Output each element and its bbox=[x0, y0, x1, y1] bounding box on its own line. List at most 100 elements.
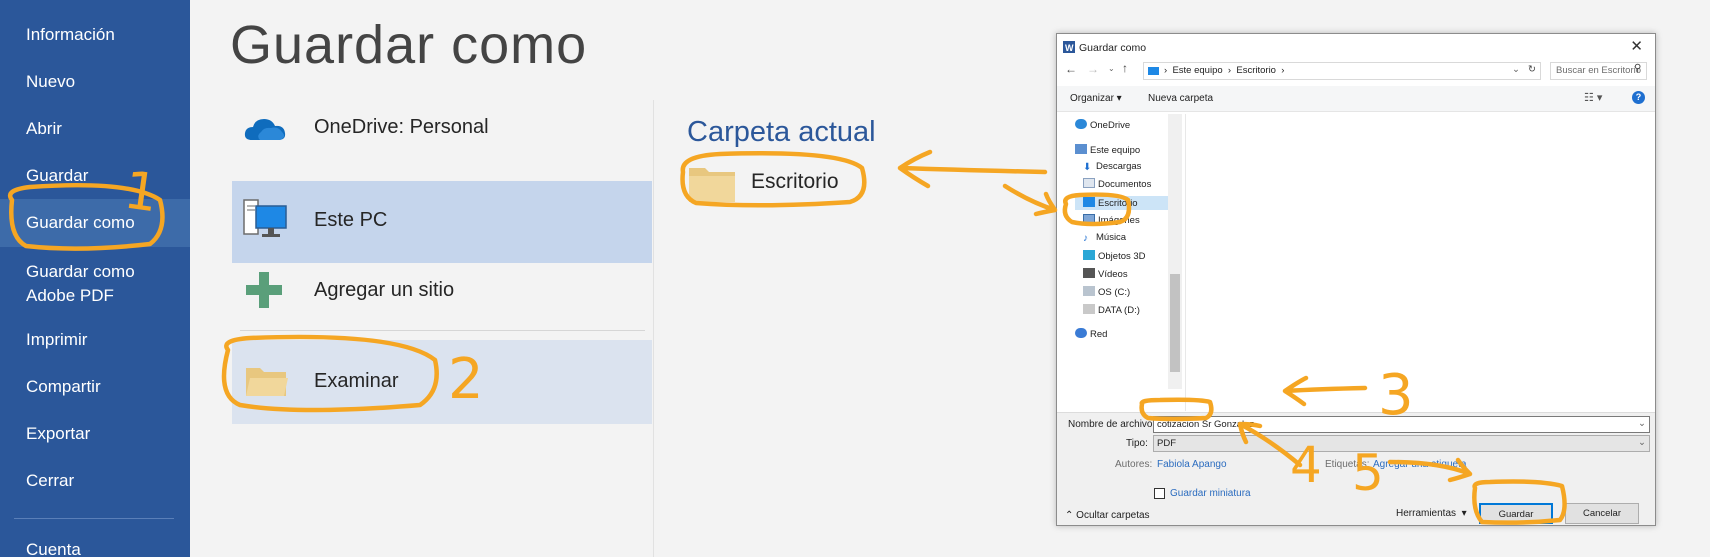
address-bar[interactable]: › Este equipo › Escritorio › ⌄ ↻ bbox=[1143, 62, 1541, 80]
filename-label: Nombre de archivo: bbox=[1068, 419, 1156, 430]
computer-icon bbox=[1075, 144, 1087, 154]
tree-item-label: Descargas bbox=[1096, 161, 1142, 172]
breadcrumb-este-equipo[interactable]: Este equipo bbox=[1172, 65, 1222, 76]
current-folder-item[interactable]: Escritorio bbox=[687, 160, 867, 206]
tree-item-escritorio[interactable]: Escritorio bbox=[1075, 196, 1170, 210]
tree-item-documentos[interactable]: Documentos bbox=[1083, 178, 1151, 190]
svg-text:W: W bbox=[1065, 43, 1074, 53]
new-folder-button[interactable]: Nueva carpeta bbox=[1148, 93, 1213, 104]
download-icon: ⬇ bbox=[1083, 162, 1092, 173]
filename-value: cotizacion Sr Gonzalez bbox=[1157, 419, 1255, 430]
tree-item-label: OS (C:) bbox=[1098, 287, 1131, 298]
chevron-down-icon[interactable]: ⌄ bbox=[1638, 437, 1646, 448]
type-select[interactable]: PDF ⌄ bbox=[1153, 435, 1650, 452]
music-icon: ♪ bbox=[1083, 233, 1088, 244]
tree-item-videos[interactable]: Vídeos bbox=[1083, 268, 1128, 280]
sidebar-item-guardar-como[interactable]: Guardar como bbox=[0, 199, 190, 247]
tree-item-descargas[interactable]: ⬇ Descargas bbox=[1083, 161, 1142, 173]
tree-item-label: Imágenes bbox=[1098, 215, 1140, 226]
dialog-title: Guardar como bbox=[1079, 42, 1147, 54]
tree-item-label: Documentos bbox=[1098, 179, 1152, 190]
location-este-pc[interactable]: Este PC bbox=[232, 181, 652, 263]
save-button[interactable]: Guardar bbox=[1479, 503, 1553, 524]
tree-item-objetos-3d[interactable]: Objetos 3D bbox=[1083, 250, 1146, 262]
folder-icon bbox=[246, 368, 288, 396]
sidebar-item-imprimir[interactable]: Imprimir bbox=[0, 329, 190, 351]
authors-label: Autores: bbox=[1115, 459, 1153, 470]
location-agregar-sitio[interactable]: Agregar un sitio bbox=[232, 255, 652, 337]
forward-arrow-icon[interactable]: → bbox=[1087, 62, 1099, 76]
sidebar-item-compartir[interactable]: Compartir bbox=[0, 376, 190, 398]
computer-icon bbox=[243, 199, 287, 237]
tags-label: Etiquetas: bbox=[1325, 459, 1370, 470]
tree-item-data-d[interactable]: DATA (D:) bbox=[1083, 304, 1140, 316]
sidebar-item-guardar-adobe-pdf[interactable]: Guardar como Adobe PDF bbox=[0, 260, 190, 308]
location-label: Agregar un sitio bbox=[314, 279, 455, 301]
sidebar-item-cuenta[interactable]: Cuenta bbox=[0, 539, 190, 557]
location-label: Examinar bbox=[314, 370, 399, 392]
desktop-icon bbox=[1083, 197, 1095, 207]
word-icon: W bbox=[1063, 41, 1075, 53]
tree-item-label: Objetos 3D bbox=[1098, 251, 1146, 262]
back-arrow-icon[interactable]: ← bbox=[1065, 62, 1077, 76]
tags-value[interactable]: Agregar una etiqueta bbox=[1373, 459, 1466, 470]
arrow-escritorio bbox=[1002, 183, 1058, 217]
address-separator: › bbox=[1164, 65, 1170, 76]
location-label: Este PC bbox=[314, 209, 388, 231]
tree-item-este-equipo[interactable]: Este equipo bbox=[1075, 144, 1140, 156]
tree-item-imagenes[interactable]: Imágenes bbox=[1083, 214, 1140, 226]
close-icon[interactable]: ✕ bbox=[1630, 37, 1643, 55]
thumbnail-checkbox[interactable] bbox=[1154, 488, 1165, 499]
chevron-down-icon[interactable]: ⌄ bbox=[1512, 64, 1520, 75]
tree-item-os-c[interactable]: OS (C:) bbox=[1083, 286, 1130, 298]
breadcrumb-escritorio[interactable]: Escritorio bbox=[1236, 65, 1276, 76]
tree-item-red[interactable]: Red bbox=[1075, 328, 1107, 340]
address-separator: › bbox=[1225, 65, 1234, 76]
file-list-area[interactable] bbox=[1185, 114, 1653, 411]
tree-item-label: Escritorio bbox=[1098, 198, 1138, 209]
filename-field[interactable]: cotizacion Sr Gonzalez ⌄ bbox=[1153, 416, 1650, 433]
sidebar-item-cerrar[interactable]: Cerrar bbox=[0, 470, 190, 492]
chevron-down-icon[interactable]: ⌄ bbox=[1108, 64, 1115, 73]
current-folder-label: Escritorio bbox=[751, 170, 839, 193]
type-label: Tipo: bbox=[1126, 438, 1148, 449]
tools-button[interactable]: Herramientas ▾ bbox=[1396, 508, 1467, 519]
folder-icon bbox=[689, 168, 735, 202]
column-divider bbox=[653, 100, 654, 557]
location-onedrive[interactable]: OneDrive: Personal bbox=[232, 86, 652, 168]
chevron-down-icon[interactable]: ⌄ bbox=[1638, 418, 1646, 429]
search-input[interactable]: Buscar en Escritorio bbox=[1550, 62, 1647, 80]
desktop-icon bbox=[1148, 67, 1159, 75]
view-options-icon[interactable]: ☷ ▾ bbox=[1584, 91, 1602, 104]
tree-item-onedrive[interactable]: OneDrive bbox=[1075, 119, 1130, 131]
drive-icon bbox=[1083, 286, 1095, 296]
onedrive-cloud-icon bbox=[244, 119, 286, 140]
location-examinar[interactable]: Examinar bbox=[232, 340, 652, 424]
videos-icon bbox=[1083, 268, 1095, 278]
search-icon[interactable]: ⚲ bbox=[1634, 63, 1641, 74]
sidebar-item-exportar[interactable]: Exportar bbox=[0, 423, 190, 445]
tree-scrollbar-thumb[interactable] bbox=[1170, 274, 1180, 372]
sidebar-item-abrir[interactable]: Abrir bbox=[0, 118, 190, 140]
sidebar-item-guardar[interactable]: Guardar bbox=[0, 165, 190, 187]
organize-button[interactable]: Organizar ▾ bbox=[1070, 93, 1122, 104]
tree-item-label: Este equipo bbox=[1090, 145, 1141, 156]
objects-3d-icon bbox=[1083, 250, 1095, 260]
sidebar-item-informacion[interactable]: Información bbox=[0, 24, 190, 46]
sidebar-item-nuevo[interactable]: Nuevo bbox=[0, 71, 190, 93]
backstage-sidebar: Información Nuevo Abrir Guardar Guardar … bbox=[0, 0, 190, 557]
cancel-button[interactable]: Cancelar bbox=[1565, 503, 1639, 524]
documents-icon bbox=[1083, 178, 1095, 188]
help-icon[interactable]: ? bbox=[1632, 91, 1645, 104]
sidebar-divider bbox=[14, 518, 174, 519]
thumbnail-label: Guardar miniatura bbox=[1170, 488, 1251, 499]
location-label: OneDrive: Personal bbox=[314, 116, 489, 138]
dialog-form-area: Nombre de archivo: cotizacion Sr Gonzale… bbox=[1057, 412, 1655, 525]
refresh-icon[interactable]: ↻ bbox=[1528, 64, 1536, 75]
onedrive-icon bbox=[1075, 119, 1087, 129]
authors-value[interactable]: Fabiola Apango bbox=[1157, 459, 1227, 470]
tree-item-musica[interactable]: ♪ Música bbox=[1083, 232, 1126, 244]
hide-folders-button[interactable]: ⌃ Ocultar carpetas bbox=[1065, 510, 1150, 521]
plus-icon bbox=[246, 272, 282, 308]
up-arrow-icon[interactable]: ↑ bbox=[1122, 61, 1128, 75]
